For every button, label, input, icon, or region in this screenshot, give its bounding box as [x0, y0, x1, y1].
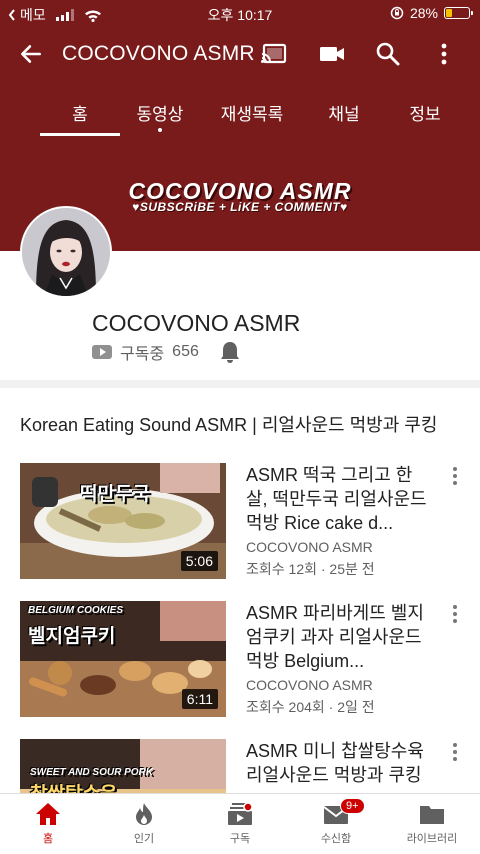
thumbnail-caption: 떡만두국	[80, 484, 150, 505]
tab-label: 홈	[72, 105, 88, 124]
thumbnail-subcaption: BELGIUM COOKIES	[28, 605, 124, 616]
channel-title: COCOVONO ASMR	[62, 42, 255, 65]
tab-home[interactable]: 홈	[40, 80, 120, 138]
more-vert-icon[interactable]	[430, 40, 458, 68]
tab-about[interactable]: 정보	[384, 80, 466, 138]
thumbnail-caption: 벨지엄쿠키	[28, 626, 116, 647]
tab-videos[interactable]: 동영상	[120, 80, 200, 138]
app-bar: COCOVONO ASMR	[0, 28, 480, 80]
flame-icon	[136, 803, 152, 825]
section-title[interactable]: Korean Eating Sound ASMR | 리얼사운드 먹방과 쿠킹	[20, 411, 460, 437]
tab-label: 정보	[409, 105, 441, 124]
video-meta: 조회수 204회 · 2일 전	[246, 699, 375, 715]
nav-label: 라이브러리	[406, 833, 458, 845]
thumbnail-subcaption: SWEET AND SOUR PORK	[30, 767, 153, 778]
avatar-portrait	[22, 208, 110, 296]
youtube-logo-icon	[92, 345, 112, 359]
new-content-dot	[158, 128, 162, 132]
section-divider	[0, 380, 480, 388]
home-icon	[36, 803, 60, 825]
video-thumbnail[interactable]: 떡만두국 5:06	[20, 463, 226, 579]
video-duration: 6:11	[181, 689, 218, 709]
battery-icon	[444, 7, 473, 19]
video-duration: 5:06	[180, 551, 218, 571]
video-meta: 조회수 12회 · 25분 전	[246, 561, 375, 577]
channel-tabs: 홈 동영상 재생목록 채널 정보	[0, 80, 480, 138]
avatar[interactable]	[20, 206, 112, 298]
tab-label: 동영상	[136, 105, 184, 124]
search-icon[interactable]	[374, 40, 402, 68]
subscription-row: 구독중 656	[92, 340, 241, 364]
subscriptions-icon	[228, 802, 253, 825]
nav-inbox[interactable]: 9+ 수신함	[288, 794, 384, 854]
tab-label: 채널	[328, 105, 360, 124]
video-title[interactable]: ASMR 미니 찹쌀탕수육 리얼사운드 먹방과 쿠킹	[246, 739, 436, 787]
video-more-icon[interactable]	[448, 741, 462, 763]
video-title[interactable]: ASMR 파리바게뜨 벨지엄쿠키 과자 리얼사운드 먹방 Belgium...	[246, 601, 436, 673]
bottom-navigation: 홈 인기 구독 9+ 수신함 라이브러리	[0, 793, 480, 854]
status-bar: 메모 오후 10:17 28%	[0, 0, 480, 28]
video-more-icon[interactable]	[448, 465, 462, 487]
video-more-icon[interactable]	[448, 603, 462, 625]
battery-percent: 28%	[409, 5, 438, 21]
library-icon	[420, 806, 444, 824]
tab-channels[interactable]: 채널	[304, 80, 384, 138]
video-channel: COCOVONO ASMR	[246, 539, 373, 555]
channel-name: COCOVONO ASMR	[92, 310, 301, 336]
nav-label: 수신함	[320, 833, 352, 845]
subscribed-label[interactable]: 구독중	[120, 340, 164, 364]
video-thumbnail[interactable]: BELGIUM COOKIES 벨지엄쿠키 6:11	[20, 601, 226, 717]
back-arrow-icon[interactable]	[18, 41, 44, 67]
tab-playlists[interactable]: 재생목록	[200, 80, 304, 138]
subscriber-count: 656	[172, 343, 199, 360]
notification-bell-icon[interactable]	[219, 340, 241, 364]
nav-home[interactable]: 홈	[0, 794, 96, 854]
cast-icon[interactable]	[260, 40, 288, 68]
nav-subscriptions[interactable]: 구독	[192, 794, 288, 854]
notification-badge: 9+	[340, 798, 365, 814]
video-item[interactable]: 떡만두국 5:06 ASMR 떡국 그리고 한 살, 떡만두국 리얼사운드 먹방…	[0, 463, 480, 583]
nav-label: 구독	[229, 833, 251, 845]
nav-label: 인기	[133, 833, 155, 845]
video-title[interactable]: ASMR 떡국 그리고 한 살, 떡만두국 리얼사운드 먹방 Rice cake…	[246, 463, 436, 535]
nav-trending[interactable]: 인기	[96, 794, 192, 854]
orientation-lock-icon	[390, 6, 404, 20]
tab-label: 재생목록	[220, 105, 284, 124]
video-item[interactable]: BELGIUM COOKIES 벨지엄쿠키 6:11 ASMR 파리바게뜨 벨지…	[0, 601, 480, 721]
video-camera-icon[interactable]	[318, 40, 346, 68]
video-channel: COCOVONO ASMR	[246, 677, 373, 693]
nav-library[interactable]: 라이브러리	[384, 794, 480, 854]
nav-label: 홈	[42, 833, 54, 845]
